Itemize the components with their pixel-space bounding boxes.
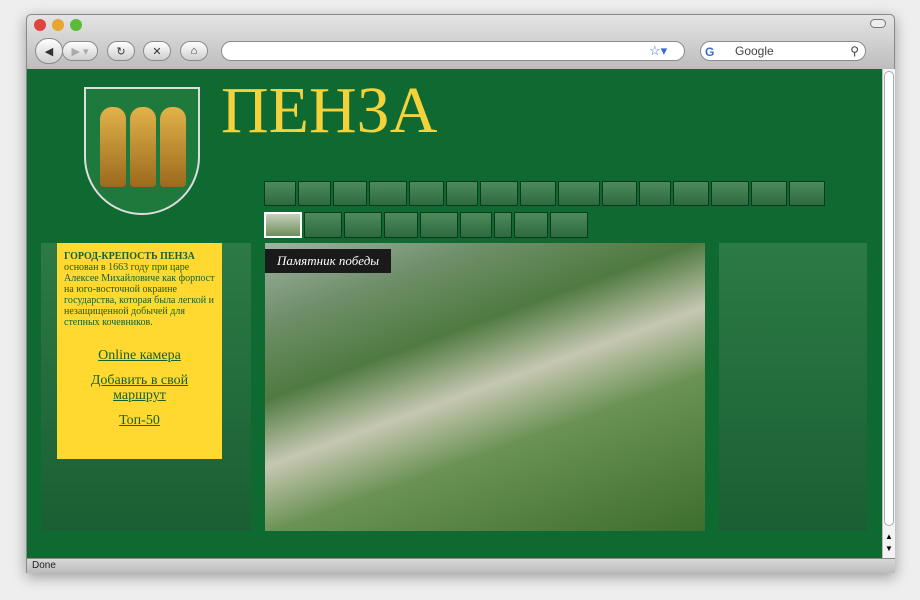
home-icon: ⌂ bbox=[190, 45, 198, 57]
thumbnail[interactable] bbox=[514, 212, 548, 238]
thumbnail[interactable] bbox=[751, 181, 787, 206]
address-bar[interactable] bbox=[221, 41, 685, 61]
star-icon[interactable]: ☆▾ bbox=[649, 43, 667, 59]
thumbnail[interactable] bbox=[333, 181, 367, 206]
search-placeholder: Google bbox=[735, 44, 774, 58]
home-button[interactable]: ⌂ bbox=[180, 41, 208, 61]
back-icon: ◀ bbox=[44, 45, 54, 58]
scrollbar-thumb[interactable] bbox=[884, 71, 894, 526]
thumbnail-row-2 bbox=[264, 212, 588, 238]
toolbar: ◀ ▶ ▾ ↻ ✕ ⌂ ☆▾ G Google ⚲ bbox=[27, 15, 894, 69]
thumbnail[interactable] bbox=[409, 181, 444, 206]
thumbnail[interactable] bbox=[344, 212, 382, 238]
thumbnail[interactable] bbox=[558, 181, 600, 206]
thumbnail[interactable] bbox=[494, 212, 512, 238]
thumbnail[interactable] bbox=[446, 181, 478, 206]
reload-button[interactable]: ↻ bbox=[107, 41, 135, 61]
stop-button[interactable]: ✕ bbox=[143, 41, 171, 61]
thumbnail[interactable] bbox=[460, 212, 492, 238]
thumbnail[interactable] bbox=[369, 181, 407, 206]
main-photo[interactable]: Памятник победы bbox=[265, 243, 705, 531]
back-button[interactable]: ◀ bbox=[35, 38, 63, 64]
web-page: ПЕНЗА ГОРОД-КРЕПОСТЬ ПЕНЗА основан в 166… bbox=[27, 69, 882, 558]
photo-caption: Памятник победы bbox=[265, 249, 392, 273]
thumbnail[interactable] bbox=[298, 181, 331, 206]
zoom-window-button[interactable] bbox=[70, 19, 82, 31]
thumbnail[interactable] bbox=[304, 212, 342, 238]
top-50-link[interactable]: Топ-50 bbox=[64, 413, 215, 428]
close-window-button[interactable] bbox=[34, 19, 46, 31]
reload-icon: ↻ bbox=[116, 45, 126, 58]
thumbnail[interactable] bbox=[602, 181, 637, 206]
right-background-photo bbox=[719, 243, 867, 531]
thumbnail[interactable] bbox=[480, 181, 518, 206]
stop-icon: ✕ bbox=[152, 45, 162, 58]
online-camera-link[interactable]: Online камера bbox=[64, 348, 215, 363]
coat-of-arms-logo bbox=[84, 87, 200, 215]
toolbar-toggle-button[interactable] bbox=[870, 19, 886, 28]
thumbnail-row-1 bbox=[264, 181, 825, 206]
google-icon[interactable]: G bbox=[705, 43, 714, 61]
forward-button[interactable]: ▶ ▾ bbox=[62, 41, 98, 61]
search-icon[interactable]: ⚲ bbox=[850, 42, 859, 60]
thumbnail[interactable] bbox=[520, 181, 556, 206]
info-heading: ГОРОД-КРЕПОСТЬ ПЕНЗА bbox=[64, 251, 195, 262]
thumbnail[interactable] bbox=[384, 212, 418, 238]
thumbnail[interactable] bbox=[789, 181, 825, 206]
scroll-up-icon[interactable]: ▲ bbox=[885, 532, 893, 541]
status-bar: Done bbox=[27, 558, 895, 573]
scroll-down-icon[interactable]: ▼ bbox=[885, 544, 893, 553]
info-text: основан в 1663 году при царе Алексее Мих… bbox=[64, 262, 215, 328]
thumbnail[interactable] bbox=[639, 181, 671, 206]
info-panel: ГОРОД-КРЕПОСТЬ ПЕНЗА основан в 1663 году… bbox=[57, 243, 222, 459]
add-to-route-link[interactable]: Добавить в свой маршрут bbox=[90, 373, 190, 403]
thumbnail[interactable] bbox=[420, 212, 458, 238]
browser-window: ◀ ▶ ▾ ↻ ✕ ⌂ ☆▾ G Google ⚲ ПЕНЗА ГОРОД-КР… bbox=[26, 14, 895, 573]
search-input[interactable]: G Google ⚲ bbox=[700, 41, 866, 61]
thumbnail[interactable] bbox=[550, 212, 588, 238]
thumbnail-selected[interactable] bbox=[264, 212, 302, 238]
minimize-window-button[interactable] bbox=[52, 19, 64, 31]
vertical-scrollbar[interactable]: ▲ ▼ bbox=[882, 69, 895, 558]
thumbnail[interactable] bbox=[673, 181, 709, 206]
thumbnail[interactable] bbox=[264, 181, 296, 206]
site-title: ПЕНЗА bbox=[221, 74, 438, 147]
thumbnail[interactable] bbox=[711, 181, 749, 206]
forward-icon: ▶ ▾ bbox=[71, 45, 89, 58]
